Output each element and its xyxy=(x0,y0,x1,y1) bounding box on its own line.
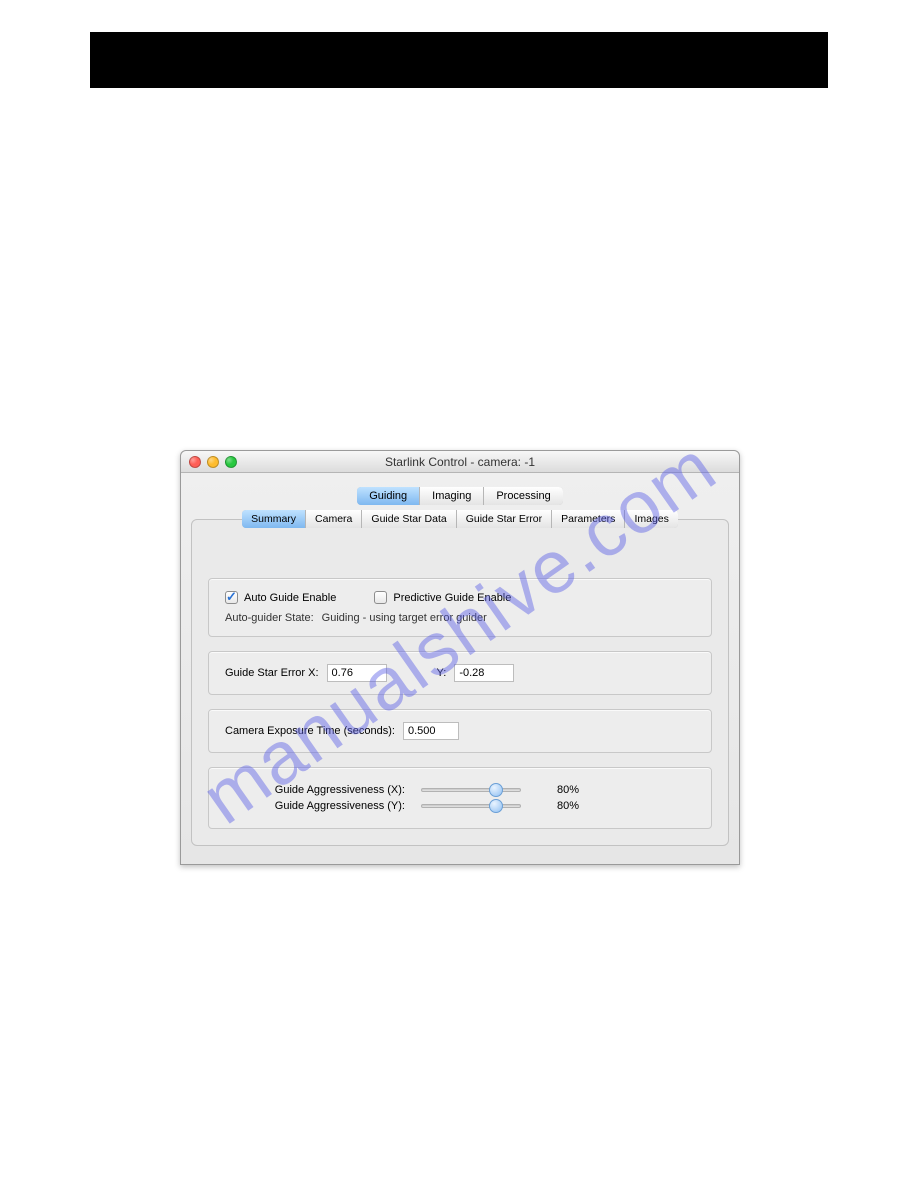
group-exposure: Camera Exposure Time (seconds): xyxy=(208,709,712,753)
window-controls xyxy=(181,456,237,468)
subtab-summary[interactable]: Summary xyxy=(242,510,305,528)
auto-guider-state-value: Guiding - using target error guider xyxy=(322,612,487,624)
auto-guide-enable-label: Auto Guide Enable xyxy=(244,592,336,604)
predictive-guide-enable-label: Predictive Guide Enable xyxy=(393,592,511,604)
subtab-images[interactable]: Images xyxy=(624,510,677,528)
camera-exposure-field[interactable] xyxy=(403,722,459,740)
guide-star-error-y-label: Y: xyxy=(437,667,447,679)
app-window: Starlink Control - camera: -1 Guiding Im… xyxy=(180,450,740,865)
subtab-camera[interactable]: Camera xyxy=(305,510,361,528)
close-icon[interactable] xyxy=(189,456,201,468)
group-guide-enable: Auto Guide Enable Predictive Guide Enabl… xyxy=(208,578,712,637)
checkbox-icon xyxy=(374,591,387,604)
window-body: Guiding Imaging Processing Summary Camer… xyxy=(181,473,739,864)
minimize-icon[interactable] xyxy=(207,456,219,468)
subtab-guide-star-error[interactable]: Guide Star Error xyxy=(456,510,551,528)
guide-aggressiveness-x-slider[interactable] xyxy=(421,788,521,792)
predictive-guide-enable-checkbox[interactable]: Predictive Guide Enable xyxy=(374,591,511,604)
subtab-guide-star-data[interactable]: Guide Star Data xyxy=(361,510,455,528)
zoom-icon[interactable] xyxy=(225,456,237,468)
window-title: Starlink Control - camera: -1 xyxy=(181,455,739,469)
guide-aggressiveness-x-label: Guide Aggressiveness (X): xyxy=(225,784,405,796)
guide-aggressiveness-y-slider[interactable] xyxy=(421,804,521,808)
guide-star-error-x-label: Guide Star Error X: xyxy=(225,667,319,679)
main-tabbar: Guiding Imaging Processing xyxy=(357,487,562,505)
group-guide-star-error: Guide Star Error X: Y: xyxy=(208,651,712,695)
camera-exposure-label: Camera Exposure Time (seconds): xyxy=(225,725,395,737)
tab-guiding[interactable]: Guiding xyxy=(357,487,419,505)
tab-imaging[interactable]: Imaging xyxy=(419,487,483,505)
page-header-bar xyxy=(90,32,828,88)
guide-aggressiveness-y-value: 80% xyxy=(557,800,617,812)
tab-processing[interactable]: Processing xyxy=(483,487,562,505)
titlebar: Starlink Control - camera: -1 xyxy=(181,451,739,473)
guide-star-error-x-field[interactable] xyxy=(327,664,387,682)
auto-guide-enable-checkbox[interactable]: Auto Guide Enable xyxy=(225,591,336,604)
checkbox-icon xyxy=(225,591,238,604)
group-aggressiveness: Guide Aggressiveness (X): 80% Guide Aggr… xyxy=(208,767,712,829)
guide-aggressiveness-y-label: Guide Aggressiveness (Y): xyxy=(225,800,405,812)
subtab-parameters[interactable]: Parameters xyxy=(551,510,624,528)
sub-tabbar: Summary Camera Guide Star Data Guide Sta… xyxy=(242,510,678,528)
guide-star-error-y-field[interactable] xyxy=(454,664,514,682)
guide-aggressiveness-x-value: 80% xyxy=(557,784,617,796)
guiding-panel: Summary Camera Guide Star Data Guide Sta… xyxy=(191,519,729,846)
auto-guider-state-label: Auto-guider State: xyxy=(225,612,314,624)
